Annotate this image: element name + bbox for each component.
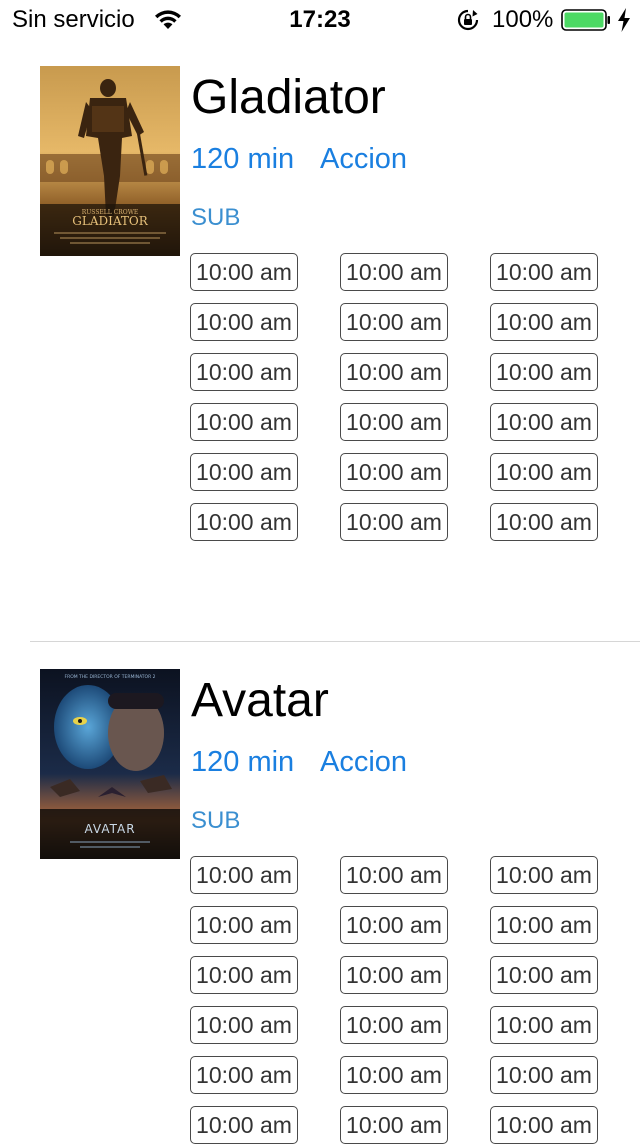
movie-title: Gladiator bbox=[191, 71, 386, 124]
movie-poster: FROM THE DIRECTOR OF TERMINATOR 2 AVATAR bbox=[40, 669, 180, 859]
showtime-button[interactable]: 10:00 am bbox=[190, 906, 298, 944]
movie-duration: 120 min bbox=[191, 143, 295, 175]
showtime-button[interactable]: 10:00 am bbox=[340, 856, 448, 894]
showtime-button[interactable]: 10:00 am bbox=[340, 956, 448, 994]
poster-title: GLADIATOR bbox=[72, 214, 148, 228]
showtime-button[interactable]: 10:00 am bbox=[340, 253, 448, 291]
showtime-button[interactable]: 10:00 am bbox=[340, 1056, 448, 1094]
showtime-button[interactable]: 10:00 am bbox=[490, 403, 598, 441]
poster-title: AVATAR bbox=[84, 822, 135, 836]
showtime-button[interactable]: 10:00 am bbox=[490, 1106, 598, 1144]
showtime-button[interactable]: 10:00 am bbox=[490, 303, 598, 341]
showtime-button[interactable]: 10:00 am bbox=[490, 353, 598, 391]
showtime-button[interactable]: 10:00 am bbox=[490, 253, 598, 291]
showtime-button[interactable]: 10:00 am bbox=[190, 1106, 298, 1144]
showtime-button[interactable]: 10:00 am bbox=[490, 956, 598, 994]
showtime-button[interactable]: 10:00 am bbox=[340, 1006, 448, 1044]
showtime-button[interactable]: 10:00 am bbox=[190, 856, 298, 894]
showtime-button[interactable]: 10:00 am bbox=[340, 403, 448, 441]
movie-format: SUB bbox=[191, 807, 241, 834]
cell-separator bbox=[30, 641, 640, 642]
status-bar: Sin servicio 17:23 100% bbox=[0, 0, 640, 40]
showtime-button[interactable]: 10:00 am bbox=[340, 353, 448, 391]
showtime-button[interactable]: 10:00 am bbox=[190, 303, 298, 341]
showtime-button[interactable]: 10:00 am bbox=[190, 353, 298, 391]
showtime-button[interactable]: 10:00 am bbox=[190, 1006, 298, 1044]
showtime-button[interactable]: 10:00 am bbox=[490, 503, 598, 541]
movie-genre: Accion bbox=[320, 143, 408, 175]
showtime-button[interactable]: 10:00 am bbox=[340, 906, 448, 944]
movie-genre: Accion bbox=[320, 746, 408, 778]
charging-bolt-icon bbox=[618, 8, 630, 32]
movie-poster: RUSSELL CROWE GLADIATOR bbox=[40, 66, 180, 256]
showtime-button[interactable]: 10:00 am bbox=[490, 906, 598, 944]
rotation-lock-icon bbox=[457, 9, 479, 31]
showtime-button[interactable]: 10:00 am bbox=[190, 1056, 298, 1094]
showtime-button[interactable]: 10:00 am bbox=[340, 303, 448, 341]
showtime-button[interactable]: 10:00 am bbox=[190, 453, 298, 491]
showtime-button[interactable]: 10:00 am bbox=[340, 503, 448, 541]
showtime-button[interactable]: 10:00 am bbox=[490, 856, 598, 894]
showtime-button[interactable]: 10:00 am bbox=[190, 403, 298, 441]
showtime-button[interactable]: 10:00 am bbox=[490, 1006, 598, 1044]
svg-text:FROM THE DIRECTOR OF TERMINATO: FROM THE DIRECTOR OF TERMINATOR 2 bbox=[64, 674, 155, 680]
showtime-button[interactable]: 10:00 am bbox=[190, 253, 298, 291]
battery-icon bbox=[561, 9, 610, 31]
showtime-button[interactable]: 10:00 am bbox=[340, 1106, 448, 1144]
showtime-button[interactable]: 10:00 am bbox=[340, 453, 448, 491]
movie-duration: 120 min bbox=[191, 746, 295, 778]
movie-format: SUB bbox=[191, 204, 241, 231]
showtime-button[interactable]: 10:00 am bbox=[490, 1056, 598, 1094]
showtime-button[interactable]: 10:00 am bbox=[190, 503, 298, 541]
showtime-button[interactable]: 10:00 am bbox=[490, 453, 598, 491]
movie-title: Avatar bbox=[191, 674, 329, 727]
battery-percent-label: 100% bbox=[492, 6, 554, 33]
showtime-button[interactable]: 10:00 am bbox=[190, 956, 298, 994]
